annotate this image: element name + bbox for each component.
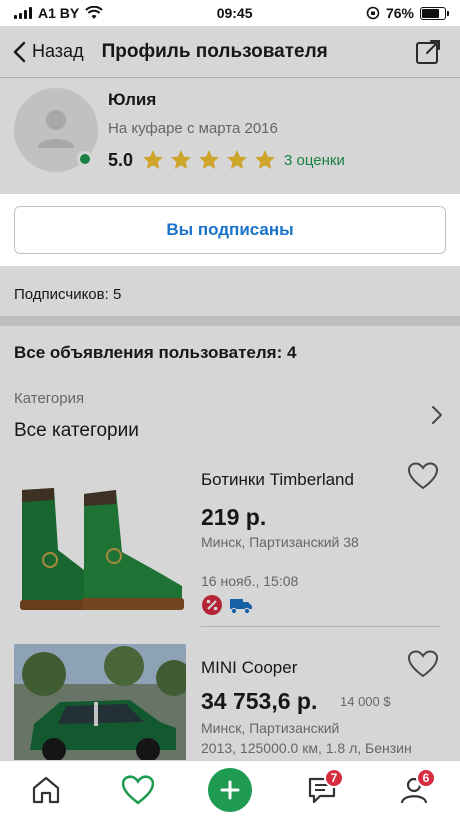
section-divider (0, 316, 460, 326)
listing-item[interactable]: Ботинки Timberland 219 р. Минск, Партиза… (0, 456, 460, 627)
delivery-truck-icon (230, 599, 252, 615)
subscribe-highlight: Вы подписаны (0, 194, 460, 266)
page-title: Профиль пользователя (101, 40, 328, 62)
listing-location: Минск, Партизанский (201, 720, 340, 736)
listing-image-car[interactable] (14, 644, 186, 762)
back-button[interactable]: Назад (12, 41, 84, 63)
tab-bar: 7 6 (0, 760, 460, 818)
rating-value: 5.0 (108, 149, 134, 170)
listing-title: Ботинки Timberland (201, 470, 354, 489)
listing-image-boots[interactable] (14, 460, 186, 618)
tab-home[interactable] (22, 766, 70, 814)
carrier-label: A1 BY (38, 5, 80, 21)
listing-location: Минск, Партизанский 38 (201, 534, 359, 550)
star-icon (171, 150, 192, 169)
listing-badges (201, 594, 253, 616)
home-icon (32, 776, 60, 803)
reviews-link[interactable]: 3 оценки (284, 152, 345, 169)
member-since: На куфаре с марта 2016 (108, 120, 278, 137)
listing-title: MINI Cooper (201, 658, 298, 677)
ads-title: Все объявления пользователя: 4 (14, 343, 297, 362)
plus-icon (220, 780, 240, 799)
listing-price: 219 р. (201, 504, 267, 530)
subscribe-button[interactable]: Вы подписаны (14, 206, 446, 254)
signal-icon (14, 7, 32, 19)
listing-date: 16 нояб., 15:08 (201, 573, 299, 589)
chevron-left-icon (13, 41, 26, 62)
category-label: Категория (14, 390, 85, 407)
heart-outline-icon[interactable] (408, 650, 438, 678)
green-boots-image (14, 460, 186, 618)
profile-header: Юлия На куфаре с марта 2016 5.0 3 оценки (0, 80, 460, 190)
listing-details: 2013, 125000.0 км, 1.8 л, Бензин (201, 740, 412, 756)
orientation-lock-icon (366, 6, 380, 20)
battery-percent: 76% (385, 5, 414, 21)
star-icon (143, 150, 164, 169)
online-status-dot (77, 151, 93, 167)
heart-outline-icon[interactable] (408, 462, 438, 490)
listing-price-alt: 14 000 $ (340, 694, 391, 709)
status-bar: A1 BY 09:45 76% (0, 0, 460, 26)
star-icon (255, 150, 276, 169)
subscribers-count: Подписчиков: 5 (14, 286, 122, 303)
messages-badge: 7 (324, 767, 344, 788)
star-icon (227, 150, 248, 169)
mini-cooper-image (14, 644, 186, 762)
listing-item[interactable]: MINI Cooper 34 753,6 р. 14 000 $ Минск, … (0, 642, 460, 762)
add-button[interactable] (208, 767, 252, 812)
wifi-icon (85, 6, 103, 19)
battery-icon (419, 6, 449, 20)
share-icon[interactable] (414, 38, 442, 66)
tab-profile[interactable]: 6 (390, 766, 438, 814)
status-time: 09:45 (216, 5, 253, 21)
discount-icon (202, 595, 222, 615)
listing-price: 34 753,6 р. (201, 688, 318, 714)
back-label: Назад (32, 41, 84, 61)
listing-divider (201, 626, 440, 627)
star-icon (199, 150, 220, 169)
profile-badge: 6 (416, 767, 436, 788)
tab-add[interactable] (206, 766, 254, 814)
user-name: Юлия (108, 90, 157, 109)
tab-messages[interactable]: 7 (298, 766, 346, 814)
chevron-right-icon[interactable] (430, 405, 444, 425)
rating-row: 5.0 3 оценки (108, 148, 345, 172)
category-selector[interactable]: Все категории (14, 420, 139, 442)
heart-icon (122, 774, 154, 804)
tab-favorites[interactable] (114, 766, 162, 814)
navigation-bar: Назад Профиль пользователя (0, 26, 460, 78)
